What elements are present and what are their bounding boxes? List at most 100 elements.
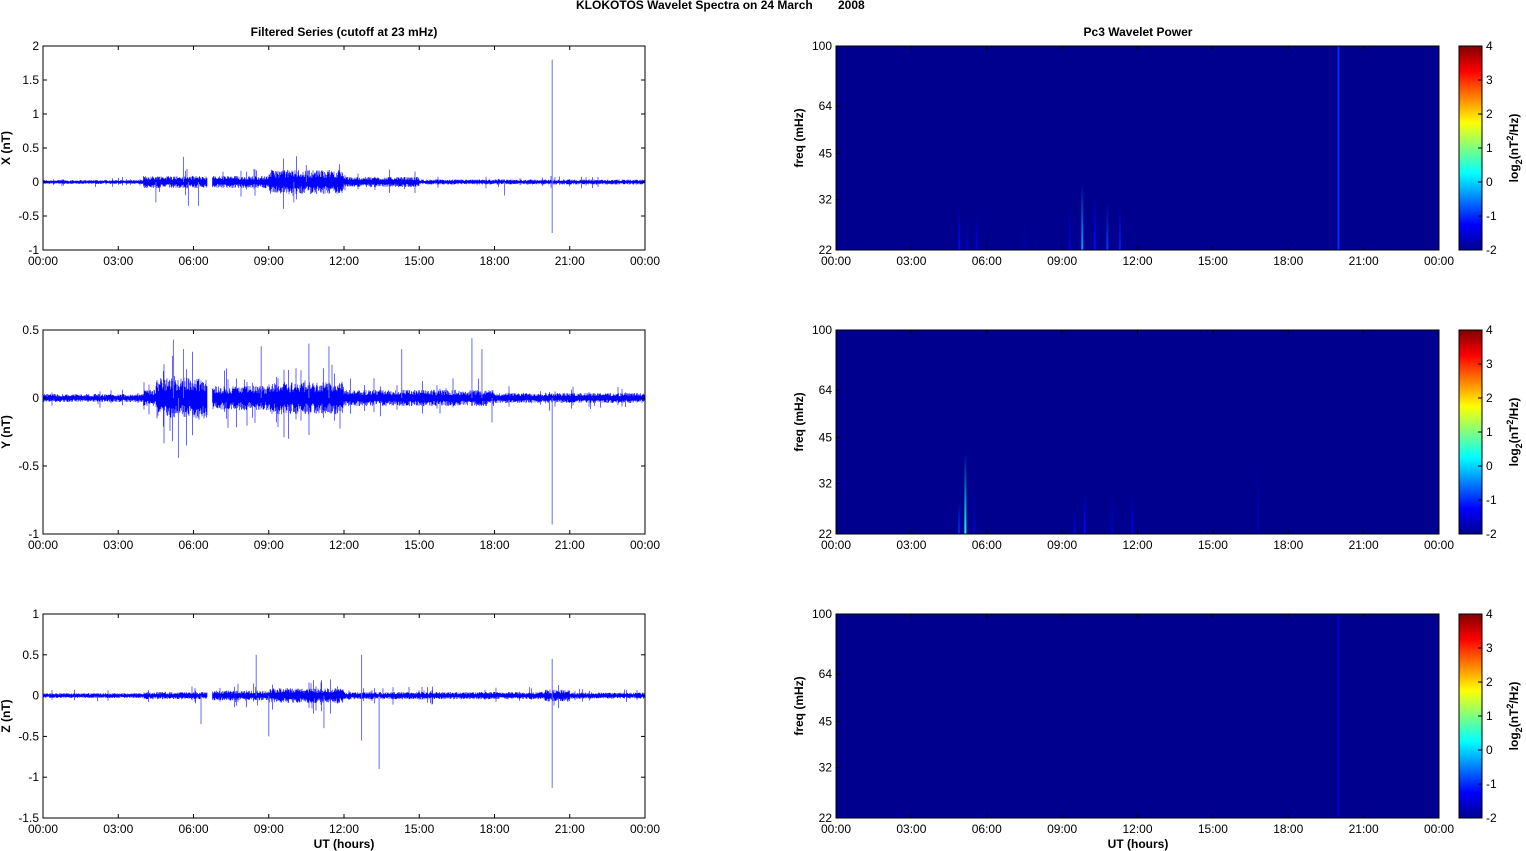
spectrum-x-x-tick-label: 21:00 bbox=[1349, 254, 1379, 268]
spectrum-y-colorbar-label: log2(nT2/Hz) bbox=[1505, 398, 1524, 467]
spectrum-x-power-event bbox=[965, 222, 968, 250]
spectrum-y-colorbar-tick-label: 3 bbox=[1486, 357, 1493, 371]
spectrum-z-y-tick-label: 32 bbox=[819, 761, 833, 775]
spectrum-x-power-event bbox=[1081, 183, 1084, 250]
spectrum-z-colorbar-tick-label: -1 bbox=[1486, 777, 1497, 791]
spectrum-x-y-tick-label: 64 bbox=[819, 99, 833, 113]
series-y-x-tick-label: 03:00 bbox=[103, 538, 133, 552]
spectrum-z-x-tick-label: 15:00 bbox=[1198, 822, 1228, 836]
series-x-y-tick-label: 0.5 bbox=[22, 141, 39, 155]
series-x-y-tick-label: 1 bbox=[32, 107, 39, 121]
colorbar-label-part: (nT bbox=[1507, 140, 1521, 159]
spectrum-y-x-tick-label: 09:00 bbox=[1047, 538, 1077, 552]
series-x-y-tick-label: 1.5 bbox=[22, 73, 39, 87]
spectrum-y-power-event bbox=[1257, 453, 1260, 534]
series-y-x-tick-label: 18:00 bbox=[479, 538, 509, 552]
spectrum-x-colorbar-tick-label: -1 bbox=[1486, 209, 1497, 223]
spectrum-x-power-event bbox=[1068, 208, 1071, 250]
series-y-x-tick-label: 00:00 bbox=[28, 538, 58, 552]
series-x-y-tick-label: -0.5 bbox=[18, 209, 39, 223]
spectrum-x-colorbar-tick-label: 4 bbox=[1486, 39, 1493, 53]
series-z-y-tick-label: 1 bbox=[32, 607, 39, 621]
series-x-x-tick-label: 00:00 bbox=[28, 254, 58, 268]
spectrum-z-colorbar-tick-label: 3 bbox=[1486, 641, 1493, 655]
series-x-x-tick-label: 21:00 bbox=[555, 254, 585, 268]
spectrum-z-y-tick-label: 64 bbox=[819, 667, 833, 681]
figure-title: KLOKOTOS Wavelet Spectra on 24 March bbox=[576, 0, 813, 12]
series-y-y-tick-label: 0 bbox=[32, 391, 39, 405]
spectrum-y-x-tick-label: 21:00 bbox=[1349, 538, 1379, 552]
series-y-plot-area bbox=[42, 329, 646, 535]
series-z-x-tick-label: 09:00 bbox=[254, 822, 284, 836]
spectrum-y-power-event bbox=[1111, 492, 1114, 534]
colorbar-label-part: (nT bbox=[1507, 424, 1521, 443]
spectrum-x-plot-area bbox=[836, 46, 1439, 250]
spectrum-x-x-tick-label: 09:00 bbox=[1047, 254, 1077, 268]
spectrum-z-y-tick-label: 45 bbox=[819, 715, 833, 729]
series-x-x-tick-label: 00:00 bbox=[630, 254, 660, 268]
spectrum-z-x-tick-label: 18:00 bbox=[1273, 822, 1303, 836]
spectrum-y-x-tick-label: 06:00 bbox=[972, 538, 1002, 552]
series-z-x-tick-label: 06:00 bbox=[178, 822, 208, 836]
spectrum-z-x-tick-label: 06:00 bbox=[972, 822, 1002, 836]
series-y-y-axis-label: Y (nT) bbox=[0, 415, 13, 449]
spectrum-y-colorbar-tick-label: 2 bbox=[1486, 391, 1493, 405]
spectrum-z-power-event bbox=[1337, 614, 1340, 818]
series-z-y-axis-label: Z (nT) bbox=[0, 699, 13, 732]
colorbar-label-part: (nT bbox=[1507, 708, 1521, 727]
right-column-title: Pc3 Wavelet Power bbox=[1084, 25, 1193, 39]
spectrum-x-x-tick-label: 18:00 bbox=[1273, 254, 1303, 268]
spectrum-x-x-tick-label: 06:00 bbox=[972, 254, 1002, 268]
spectrum-x-x-tick-label: 15:00 bbox=[1198, 254, 1228, 268]
series-z-x-tick-label: 00:00 bbox=[630, 822, 660, 836]
colorbar-label-part: /Hz) bbox=[1507, 114, 1521, 136]
series-y-y-tick-label: -0.5 bbox=[18, 459, 39, 473]
series-z-y-tick-label: -0.5 bbox=[18, 729, 39, 743]
spectrum-x-colorbar-tick-label: 1 bbox=[1486, 141, 1493, 155]
colorbar-label-part: /Hz) bbox=[1507, 682, 1521, 704]
spectrum-y-power-event bbox=[964, 453, 967, 534]
spectrum-z-x-tick-label: 09:00 bbox=[1047, 822, 1077, 836]
spectrum-y-colorbar-tick-label: -1 bbox=[1486, 493, 1497, 507]
spectrum-y-plot-area bbox=[836, 330, 1439, 534]
series-y-x-tick-label: 00:00 bbox=[630, 538, 660, 552]
spectrum-x-colorbar-label: log2(nT2/Hz) bbox=[1505, 114, 1524, 183]
spectrum-z-x-tick-label: 00:00 bbox=[821, 822, 851, 836]
series-x-x-tick-label: 03:00 bbox=[103, 254, 133, 268]
spectrum-x-colorbar-tick-label: -2 bbox=[1486, 243, 1497, 257]
spectrum-y-colorbar-tick-label: 1 bbox=[1486, 425, 1493, 439]
series-z-y-tick-label: 0 bbox=[32, 689, 39, 703]
series-y-x-tick-label: 06:00 bbox=[178, 538, 208, 552]
spectrum-x-x-tick-label: 03:00 bbox=[896, 254, 926, 268]
series-x-x-tick-label: 18:00 bbox=[479, 254, 509, 268]
spectrum-y-colorbar-tick-label: 4 bbox=[1486, 323, 1493, 337]
spectrum-z-colorbar-label: log2(nT2/Hz) bbox=[1505, 682, 1524, 751]
series-z-x-tick-label: 00:00 bbox=[28, 822, 58, 836]
spectrum-x-y-tick-label: 32 bbox=[819, 193, 833, 207]
spectrum-x-colorbar-tick-label: 0 bbox=[1486, 175, 1493, 189]
series-z-x-tick-label: 21:00 bbox=[555, 822, 585, 836]
spectrum-z-colorbar-tick-label: 0 bbox=[1486, 743, 1493, 757]
colorbar-label-part: log bbox=[1507, 448, 1521, 466]
spectrum-y-y-tick-label: 45 bbox=[819, 431, 833, 445]
spectrum-y-x-tick-label: 00:00 bbox=[821, 538, 851, 552]
spectrum-x-x-tick-label: 00:00 bbox=[821, 254, 851, 268]
spectrum-y-y-tick-label: 32 bbox=[819, 477, 833, 491]
spectrum-y-x-tick-label: 00:00 bbox=[1424, 538, 1454, 552]
spectrum-x-x-tick-label: 00:00 bbox=[1424, 254, 1454, 268]
series-z-x-tick-label: 15:00 bbox=[404, 822, 434, 836]
spectrum-z-colorbar-tick-label: 4 bbox=[1486, 607, 1493, 621]
spectrum-z-x-tick-label: 12:00 bbox=[1122, 822, 1152, 836]
series-z-x-tick-label: 12:00 bbox=[329, 822, 359, 836]
spectrum-z-colorbar-tick-label: 1 bbox=[1486, 709, 1493, 723]
figure-title-year: 2008 bbox=[838, 0, 865, 12]
series-x-y-tick-label: 0 bbox=[32, 175, 39, 189]
spectrum-y-power-event bbox=[1073, 511, 1076, 534]
left-x-axis-label: UT (hours) bbox=[314, 837, 375, 851]
series-x-y-tick-label: 2 bbox=[32, 39, 39, 53]
series-z-plot-area bbox=[42, 613, 646, 819]
spectrum-y-x-tick-label: 03:00 bbox=[896, 538, 926, 552]
spectrum-z-plot-area bbox=[836, 614, 1439, 818]
right-x-axis-label: UT (hours) bbox=[1108, 837, 1169, 851]
spectrum-x-x-tick-label: 12:00 bbox=[1122, 254, 1152, 268]
